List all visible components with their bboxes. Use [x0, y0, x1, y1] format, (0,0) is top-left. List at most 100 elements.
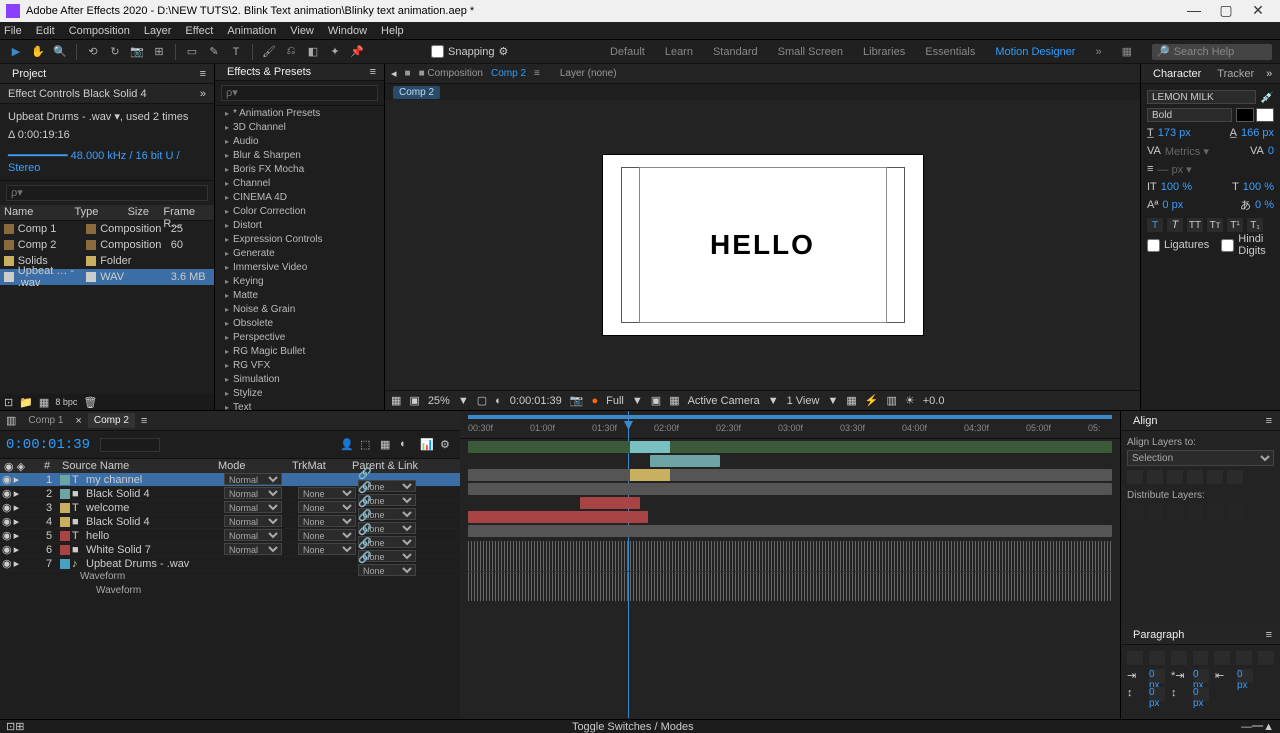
align-top-icon[interactable]	[1187, 470, 1203, 484]
effect-category[interactable]: RG Magic Bullet	[215, 344, 384, 358]
motionblur-icon[interactable]: ◐	[400, 438, 414, 452]
maximize-button[interactable]: ▢	[1210, 2, 1242, 20]
shy-icon[interactable]: 👤	[340, 438, 354, 452]
grid-icon[interactable]: ▦	[391, 394, 401, 407]
roi-icon[interactable]: ▣	[651, 394, 661, 407]
fill-swatch[interactable]	[1236, 108, 1254, 122]
effect-category[interactable]: Perspective	[215, 330, 384, 344]
timeline-layer-row[interactable]: ◉▸7♪Upbeat Drums - .wav🔗 None	[0, 557, 460, 571]
leading[interactable]: 166 px	[1241, 127, 1274, 139]
font-family[interactable]: LEMON MILK	[1147, 90, 1256, 104]
menu-file[interactable]: File	[4, 25, 22, 37]
tab-overflow-icon[interactable]: »	[200, 88, 206, 100]
menu-help[interactable]: Help	[381, 25, 404, 37]
hscale[interactable]: 100 %	[1243, 181, 1274, 193]
footer-icon-2[interactable]: ⊞	[15, 720, 24, 733]
timeline-right[interactable]: 00:30f01:00f01:30f02:00f02:30f03:00f03:3…	[460, 411, 1120, 719]
layer-bar-2[interactable]	[650, 455, 720, 467]
pixel-aspect-icon[interactable]: ▦	[846, 394, 856, 407]
menu-edit[interactable]: Edit	[36, 25, 55, 37]
timecode[interactable]: 0:00:01:39	[6, 437, 90, 453]
zoom-out-icon[interactable]: —	[1241, 721, 1252, 733]
ws-libraries[interactable]: Libraries	[863, 46, 905, 58]
menu-composition[interactable]: Composition	[69, 25, 130, 37]
graph-icon[interactable]: 📊	[420, 438, 434, 452]
menu-window[interactable]: Window	[328, 25, 367, 37]
vscale[interactable]: 100 %	[1161, 181, 1192, 193]
fast-preview-icon[interactable]: ⚡	[865, 394, 879, 407]
eraser-tool-icon[interactable]: ◧	[305, 44, 321, 60]
space-after[interactable]: 0 px	[1193, 687, 1209, 701]
layer-bar-5[interactable]	[580, 497, 640, 509]
project-item[interactable]: Upbeat … - .wavWAV3.6 MB	[0, 269, 214, 285]
comp-crumb-menu[interactable]: ≡	[534, 68, 540, 79]
snapshot-icon[interactable]: 📷	[570, 394, 584, 407]
justify-1-icon[interactable]	[1193, 651, 1209, 665]
camera-tool-icon[interactable]: 📷	[129, 44, 145, 60]
align-to-select[interactable]: Selection	[1127, 450, 1274, 466]
character-tab[interactable]: Character	[1149, 66, 1205, 82]
res-icon[interactable]: ▼	[458, 395, 469, 407]
indent-right[interactable]: 0 px	[1237, 669, 1253, 683]
smallcaps-button[interactable]: Tᴛ	[1207, 218, 1223, 232]
sub-button[interactable]: T₁	[1247, 218, 1263, 232]
col-type[interactable]: Type	[70, 205, 123, 220]
colormgmt-icon[interactable]: ◐	[495, 395, 502, 407]
time[interactable]: 0:00:01:39	[510, 395, 562, 407]
effect-category[interactable]: * Animation Presets	[215, 106, 384, 120]
tracks-area[interactable]	[460, 439, 1120, 699]
align-vcenter-icon[interactable]	[1207, 470, 1223, 484]
resolution[interactable]: Full	[606, 395, 624, 407]
trash-icon[interactable]: 🗑	[83, 396, 97, 409]
stroke-swatch[interactable]	[1256, 108, 1274, 122]
align-right-text-icon[interactable]	[1171, 651, 1187, 665]
layer-bar-6[interactable]	[468, 511, 648, 523]
layer-bar-4[interactable]	[468, 483, 1112, 495]
effect-category[interactable]: Simulation	[215, 372, 384, 386]
effect-category[interactable]: Text	[215, 400, 384, 410]
tl-tab-comp2[interactable]: Comp 2	[88, 413, 135, 428]
pen-tool-icon[interactable]: ✎	[206, 44, 222, 60]
bpc[interactable]: 8 bpc	[55, 397, 77, 407]
footer-icon-1[interactable]: ⊡	[6, 720, 15, 733]
effect-category[interactable]: Matte	[215, 288, 384, 302]
effect-category[interactable]: Audio	[215, 134, 384, 148]
bold-button[interactable]: T	[1147, 218, 1163, 232]
font-style[interactable]: Bold	[1147, 108, 1232, 122]
menu-view[interactable]: View	[290, 25, 314, 37]
channel-icon[interactable]: ▢	[477, 394, 487, 407]
effect-category[interactable]: Stylize	[215, 386, 384, 400]
ws-small[interactable]: Small Screen	[778, 46, 843, 58]
ws-essentials[interactable]: Essentials	[925, 46, 975, 58]
ligatures-check[interactable]	[1147, 239, 1160, 252]
effect-category[interactable]: Color Correction	[215, 204, 384, 218]
project-item[interactable]: Comp 2Composition60	[0, 237, 214, 253]
effect-category[interactable]: CINEMA 4D	[215, 190, 384, 204]
layer-bar-3[interactable]	[468, 469, 1112, 481]
panel-overflow-icon[interactable]: »	[1266, 68, 1272, 80]
effect-controls-tab[interactable]: Effect Controls Black Solid 4	[8, 88, 192, 100]
snapping-checkbox[interactable]	[431, 45, 444, 58]
align-tab[interactable]: Align	[1129, 413, 1161, 429]
font-size[interactable]: 173 px	[1158, 127, 1191, 139]
rgb-icon[interactable]: ●	[592, 395, 599, 407]
effect-category[interactable]: Generate	[215, 246, 384, 260]
exposure[interactable]: +0.0	[923, 395, 945, 407]
col-source[interactable]: Source Name	[58, 459, 214, 473]
roto-tool-icon[interactable]: ✦	[327, 44, 343, 60]
effect-category[interactable]: RG VFX	[215, 358, 384, 372]
toggle-switches[interactable]: Toggle Switches / Modes	[572, 721, 694, 733]
project-tab[interactable]: Project	[8, 66, 50, 82]
layer-viewer[interactable]: Layer (none)	[560, 68, 617, 79]
hindi-check[interactable]	[1221, 239, 1234, 252]
col-size[interactable]: Size	[124, 205, 160, 220]
ws-motion[interactable]: Motion Designer	[995, 46, 1075, 58]
tl-tab-comp1[interactable]: Comp 1	[22, 413, 69, 428]
ws-learn[interactable]: Learn	[665, 46, 693, 58]
col-fr[interactable]: Frame R…	[159, 205, 214, 220]
align-right-icon[interactable]	[1167, 470, 1183, 484]
brush-tool-icon[interactable]: 🖌	[261, 44, 277, 60]
align-bottom-icon[interactable]	[1227, 470, 1243, 484]
layer-bar-1[interactable]	[468, 441, 1112, 453]
clone-tool-icon[interactable]: ⎌	[283, 44, 299, 60]
